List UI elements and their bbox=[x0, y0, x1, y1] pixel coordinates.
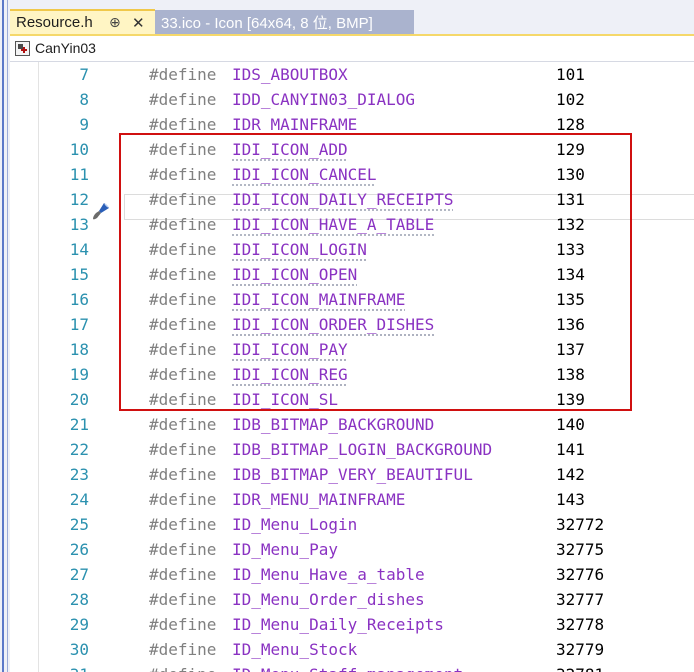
macro-value: 32778 bbox=[556, 615, 605, 634]
define-keyword: #define bbox=[149, 65, 217, 84]
line-number: 26 bbox=[69, 540, 89, 559]
red-highlight-box bbox=[119, 133, 632, 411]
macro-value: 142 bbox=[556, 465, 585, 484]
code-line[interactable]: 21 #define IDB_BITMAP_BACKGROUND 140 bbox=[10, 412, 694, 437]
edge-line bbox=[7, 0, 8, 672]
macro-name: IDB_BITMAP_BACKGROUND bbox=[232, 415, 435, 434]
macro-value: 32777 bbox=[556, 590, 605, 609]
macro-name: IDB_BITMAP_VERY_BEAUTIFUL bbox=[232, 465, 473, 484]
define-keyword: #define bbox=[149, 515, 217, 534]
macro-value: 140 bbox=[556, 415, 585, 434]
tab-33-ico[interactable]: 33.ico - Icon [64x64, 8 位, BMP] bbox=[155, 10, 414, 34]
window-left-edge bbox=[0, 0, 10, 672]
line-number: 12 bbox=[69, 190, 89, 209]
line-number: 9 bbox=[79, 115, 89, 134]
define-keyword: #define bbox=[149, 565, 217, 584]
macro-name: IDB_BITMAP_LOGIN_BACKGROUND bbox=[232, 440, 493, 459]
macro-name: IDS_ABOUTBOX bbox=[232, 65, 348, 84]
pin-icon[interactable]: ⊕ bbox=[109, 15, 121, 31]
define-keyword: #define bbox=[149, 90, 217, 109]
code-line[interactable]: 26 #define ID_Menu_Pay 32775 bbox=[10, 537, 694, 562]
define-keyword: #define bbox=[149, 615, 217, 634]
line-number: 28 bbox=[69, 590, 89, 609]
macro-name: ID_Menu_Daily_Receipts bbox=[232, 615, 444, 634]
line-number: 29 bbox=[69, 615, 89, 634]
code-line[interactable]: 7 #define IDS_ABOUTBOX 101 bbox=[10, 62, 694, 87]
tab-resource-h[interactable]: Resource.h ⊕ ✕ bbox=[10, 9, 155, 34]
line-number: 7 bbox=[79, 65, 89, 84]
close-icon[interactable]: ✕ bbox=[132, 14, 145, 32]
line-number: 23 bbox=[69, 465, 89, 484]
macro-value: 32772 bbox=[556, 515, 605, 534]
macro-value: 32779 bbox=[556, 640, 605, 659]
macro-value: 143 bbox=[556, 490, 585, 509]
code-line[interactable]: 24 #define IDR_MENU_MAINFRAME 143 bbox=[10, 487, 694, 512]
line-number: 31 bbox=[70, 662, 89, 672]
line-number: 20 bbox=[69, 390, 89, 409]
macro-name: ID_Menu_Staff_management bbox=[232, 662, 463, 672]
macro-name: ID_Menu_Stock bbox=[232, 640, 358, 659]
line-number: 11 bbox=[69, 165, 89, 184]
macro-value: 32776 bbox=[556, 565, 605, 584]
code-line[interactable]: 22 #define IDB_BITMAP_LOGIN_BACKGROUND 141 bbox=[10, 437, 694, 462]
define-keyword: #define bbox=[149, 540, 217, 559]
define-keyword: #define bbox=[149, 440, 217, 459]
define-keyword: #define bbox=[149, 415, 217, 434]
tab-title: Resource.h bbox=[16, 14, 93, 31]
code-line[interactable]: 31 #define ID_Menu_Staff_management 32781 bbox=[10, 662, 694, 672]
macro-value: 102 bbox=[556, 90, 585, 109]
document-tab-strip: Resource.h ⊕ ✕ 33.ico - Icon [64x64, 8 位… bbox=[10, 0, 694, 34]
macro-name: ID_Menu_Order_dishes bbox=[232, 590, 425, 609]
line-number: 18 bbox=[69, 340, 89, 359]
code-line[interactable]: 28 #define ID_Menu_Order_dishes 32777 bbox=[10, 587, 694, 612]
macro-name: ID_Menu_Pay bbox=[232, 540, 338, 559]
navigation-bar[interactable]: CanYin03 bbox=[10, 36, 694, 62]
line-number: 22 bbox=[69, 440, 89, 459]
define-keyword: #define bbox=[149, 590, 217, 609]
macro-value: 101 bbox=[556, 65, 585, 84]
code-line[interactable]: 27 #define ID_Menu_Have_a_table 32776 bbox=[10, 562, 694, 587]
macro-value: 32775 bbox=[556, 540, 605, 559]
code-line[interactable]: 30 #define ID_Menu_Stock 32779 bbox=[10, 637, 694, 662]
define-keyword: #define bbox=[149, 662, 216, 672]
define-keyword: #define bbox=[149, 490, 217, 509]
code-line[interactable]: 25 #define ID_Menu_Login 32772 bbox=[10, 512, 694, 537]
code-line[interactable]: 29 #define ID_Menu_Daily_Receipts 32778 bbox=[10, 612, 694, 637]
macro-name: ID_Menu_Have_a_table bbox=[232, 565, 425, 584]
macro-value: 32781 bbox=[556, 662, 604, 672]
edge-line bbox=[2, 0, 4, 672]
project-icon bbox=[15, 41, 30, 56]
define-keyword: #define bbox=[149, 465, 217, 484]
project-name: CanYin03 bbox=[35, 40, 96, 56]
line-number: 25 bbox=[69, 515, 89, 534]
line-number: 30 bbox=[69, 640, 89, 659]
line-number: 10 bbox=[69, 140, 89, 159]
code-line[interactable]: 8 #define IDD_CANYIN03_DIALOG 102 bbox=[10, 87, 694, 112]
macro-value: 141 bbox=[556, 440, 585, 459]
line-number: 8 bbox=[79, 90, 89, 109]
line-number: 27 bbox=[69, 565, 89, 584]
macro-name: IDD_CANYIN03_DIALOG bbox=[232, 90, 416, 109]
line-number: 17 bbox=[69, 315, 89, 334]
line-number: 14 bbox=[69, 240, 89, 259]
line-number: 16 bbox=[69, 290, 89, 309]
tab-title: 33.ico - Icon [64x64, 8 位, BMP] bbox=[161, 15, 373, 32]
line-number: 15 bbox=[69, 265, 89, 284]
define-keyword: #define bbox=[149, 640, 217, 659]
line-number: 21 bbox=[69, 415, 89, 434]
line-number: 24 bbox=[69, 490, 89, 509]
line-number: 13 bbox=[69, 215, 89, 234]
code-line[interactable]: 23 #define IDB_BITMAP_VERY_BEAUTIFUL 142 bbox=[10, 462, 694, 487]
macro-name: ID_Menu_Login bbox=[232, 515, 358, 534]
macro-name: IDR_MENU_MAINFRAME bbox=[232, 490, 406, 509]
line-number: 19 bbox=[69, 365, 89, 384]
